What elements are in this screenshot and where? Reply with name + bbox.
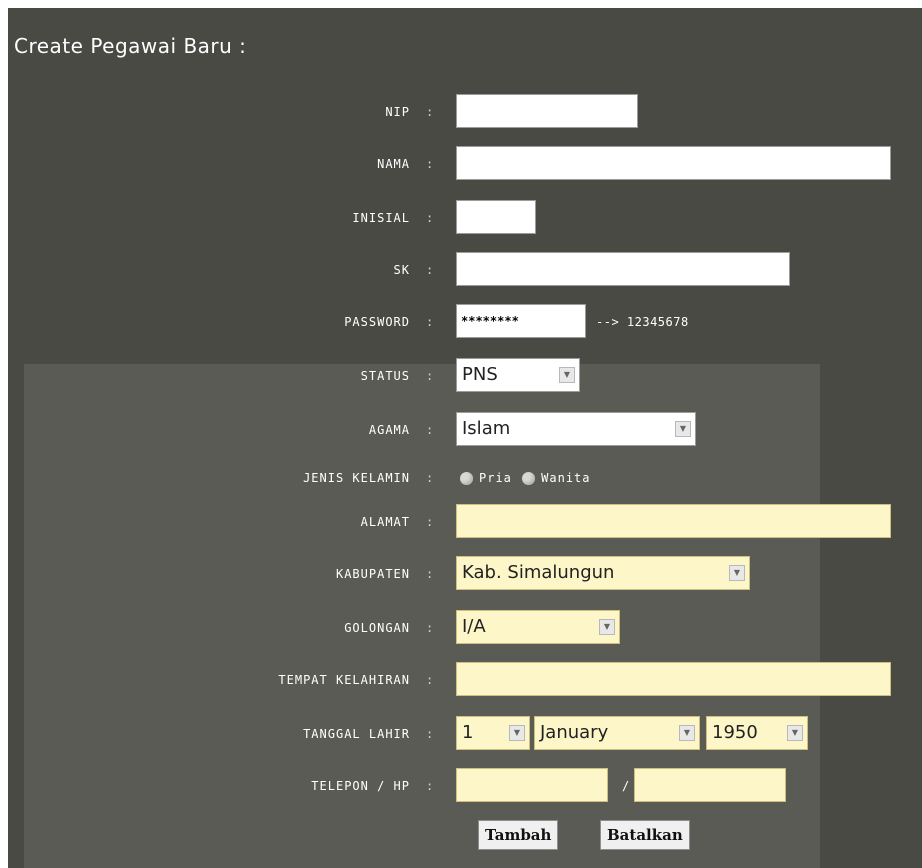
row-alamat: ALAMAT :: [8, 504, 922, 540]
separator: :: [426, 315, 434, 329]
birth-year-select[interactable]: 1950 ▼: [706, 716, 808, 750]
password-label: PASSWORD: [344, 315, 410, 329]
separator: :: [426, 105, 434, 119]
row-tempat-kelahiran: TEMPAT KELAHIRAN :: [8, 662, 922, 698]
separator: :: [426, 471, 434, 485]
row-actions: Tambah Batalkan: [8, 820, 922, 856]
chevron-down-icon[interactable]: ▼: [509, 725, 525, 741]
separator: :: [426, 621, 434, 635]
telepon-label: TELEPON / HP: [311, 779, 410, 793]
chevron-down-icon[interactable]: ▼: [559, 367, 575, 383]
jenis-kelamin-label: JENIS KELAMIN: [303, 471, 410, 485]
alamat-label: ALAMAT: [360, 515, 410, 529]
kabupaten-select[interactable]: Kab. Simalungun ▼: [456, 556, 750, 590]
birth-month-select[interactable]: January ▼: [534, 716, 700, 750]
sk-label: SK: [393, 263, 410, 277]
row-password: PASSWORD : --> 12345678: [8, 304, 922, 340]
golongan-label: GOLONGAN: [344, 621, 410, 635]
kabupaten-label: KABUPATEN: [335, 567, 410, 581]
status-selected-value: PNS: [462, 364, 498, 385]
row-kabupaten: KABUPATEN : Kab. Simalungun ▼: [8, 556, 922, 592]
row-inisial: INISIAL :: [8, 200, 922, 236]
tambah-button[interactable]: Tambah: [478, 820, 559, 850]
row-agama: AGAMA : Islam ▼: [8, 412, 922, 448]
row-telepon: TELEPON / HP : /: [8, 768, 922, 804]
separator: :: [426, 515, 434, 529]
radio-pria[interactable]: [460, 472, 473, 485]
radio-wanita[interactable]: [522, 472, 536, 485]
separator: :: [426, 369, 434, 383]
tanggal-lahir-label: TANGGAL LAHIR: [303, 727, 410, 741]
status-select[interactable]: PNS ▼: [456, 358, 580, 392]
nama-input[interactable]: [456, 146, 891, 180]
chevron-down-icon[interactable]: ▼: [675, 421, 691, 437]
separator: :: [426, 673, 434, 687]
agama-selected-value: Islam: [462, 418, 511, 439]
inisial-label: INISIAL: [352, 211, 410, 225]
agama-label: AGAMA: [368, 423, 410, 437]
chevron-down-icon[interactable]: ▼: [729, 565, 745, 581]
inisial-input[interactable]: [456, 200, 536, 234]
sk-input[interactable]: [456, 252, 790, 286]
password-input[interactable]: [456, 304, 586, 338]
telepon-input[interactable]: [456, 768, 608, 802]
nama-label: NAMA: [377, 157, 410, 171]
chevron-down-icon[interactable]: ▼: [599, 619, 615, 635]
kabupaten-selected-value: Kab. Simalungun: [462, 562, 615, 583]
agama-select[interactable]: Islam ▼: [456, 412, 696, 446]
separator: :: [426, 727, 434, 741]
separator: :: [426, 423, 434, 437]
tempat-kelahiran-input[interactable]: [456, 662, 891, 696]
password-hint: --> 12345678: [596, 315, 689, 329]
radio-pria-label: Pria: [479, 471, 512, 485]
row-nip: NIP :: [8, 94, 922, 130]
row-golongan: GOLONGAN : I/A ▼: [8, 610, 922, 646]
row-jenis-kelamin: JENIS KELAMIN : Pria Wanita: [8, 460, 922, 496]
row-status: STATUS : PNS ▼: [8, 358, 922, 394]
separator: :: [426, 779, 434, 793]
alamat-input[interactable]: [456, 504, 891, 538]
phone-separator: /: [622, 779, 630, 793]
separator: :: [426, 157, 434, 171]
form-panel: Create Pegawai Baru : NIP : NAMA : INISI…: [8, 8, 922, 868]
row-tanggal-lahir: TANGGAL LAHIR : 1 ▼ January ▼ 1950 ▼: [8, 716, 922, 752]
hp-input[interactable]: [634, 768, 786, 802]
radio-wanita-label: Wanita: [541, 471, 591, 485]
golongan-select[interactable]: I/A ▼: [456, 610, 620, 644]
separator: :: [426, 263, 434, 277]
row-sk: SK :: [8, 252, 922, 288]
birth-month-value: January: [540, 722, 609, 743]
nip-input[interactable]: [456, 94, 638, 128]
birth-day-select[interactable]: 1 ▼: [456, 716, 530, 750]
batalkan-button[interactable]: Batalkan: [600, 820, 690, 850]
page-title: Create Pegawai Baru :: [14, 34, 247, 58]
chevron-down-icon[interactable]: ▼: [787, 725, 803, 741]
chevron-down-icon[interactable]: ▼: [679, 725, 695, 741]
separator: :: [426, 567, 434, 581]
status-label: STATUS: [360, 369, 410, 383]
golongan-selected-value: I/A: [462, 616, 486, 637]
gender-radio-group: Pria Wanita: [458, 460, 591, 496]
tempat-kelahiran-label: TEMPAT KELAHIRAN: [278, 673, 410, 687]
nip-label: NIP: [385, 105, 410, 119]
birth-year-value: 1950: [712, 722, 758, 743]
separator: :: [426, 211, 434, 225]
birth-day-value: 1: [462, 722, 474, 743]
row-nama: NAMA :: [8, 146, 922, 182]
